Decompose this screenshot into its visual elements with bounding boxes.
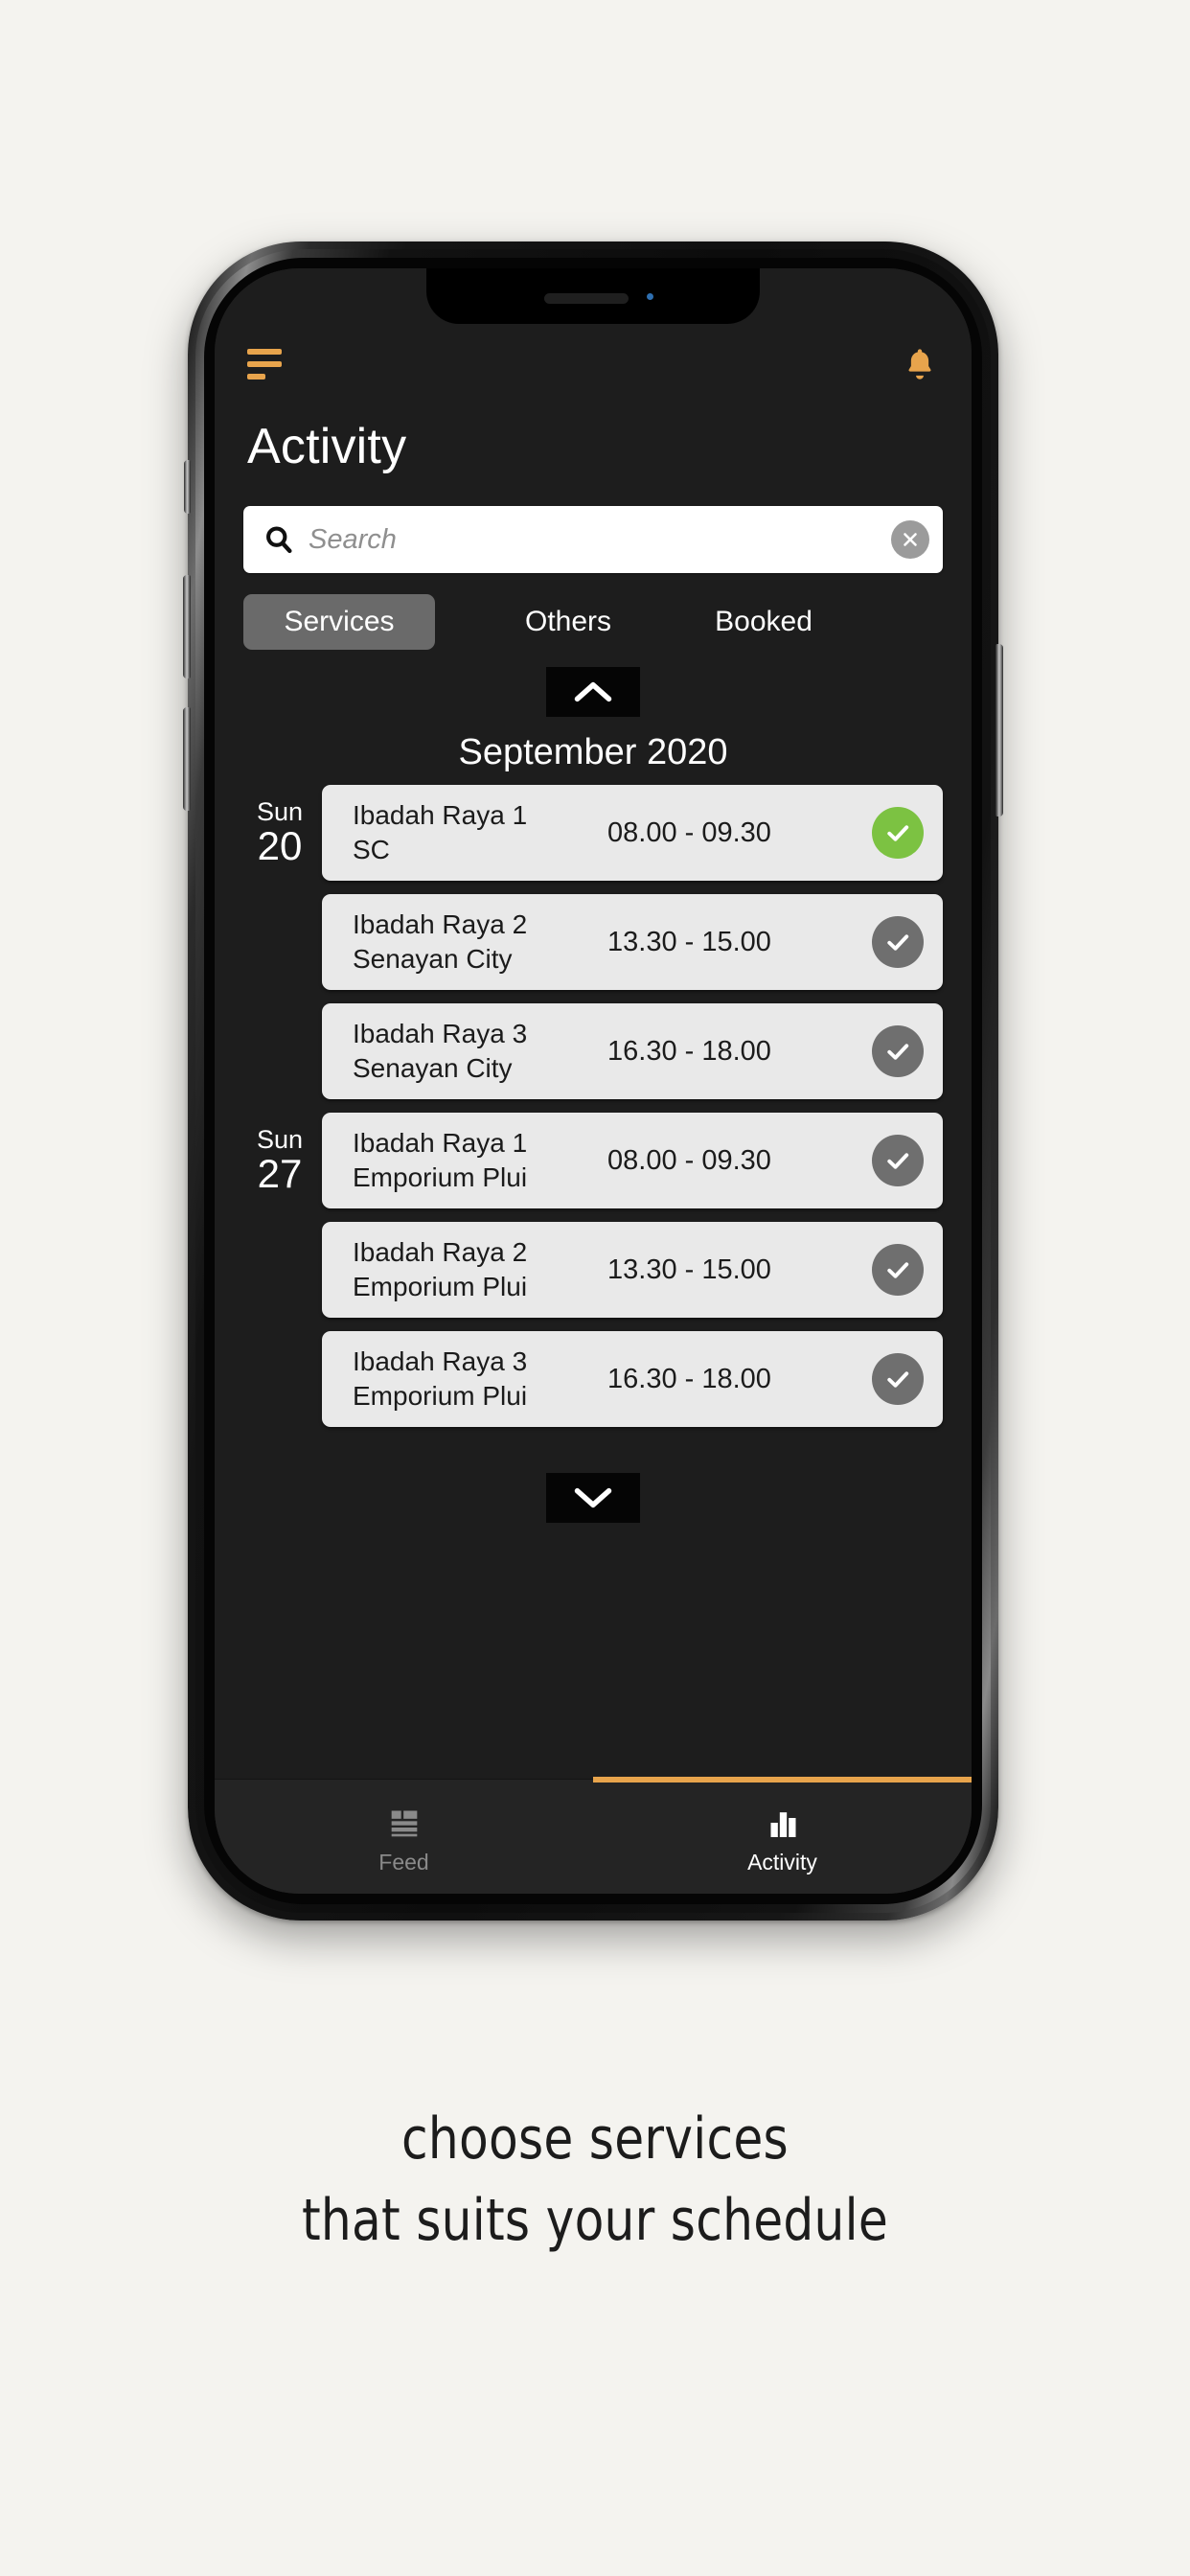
list-item[interactable]: Ibadah Raya 3 Senayan City 16.30 - 18.00 [243,1003,943,1099]
list-item[interactable]: Ibadah Raya 2 Emporium Plui 13.30 - 15.0… [243,1222,943,1318]
front-camera [643,290,659,307]
service-check-icon[interactable] [872,916,924,968]
day-number: 20 [257,823,303,869]
service-time: 08.00 - 09.30 [607,816,771,848]
service-title: Ibadah Raya 2 [353,909,528,940]
schedule-group: Sun 20 Ibadah Raya 1 SC 08.00 - 09.30 Ib… [243,785,943,1099]
service-location: SC [353,835,390,864]
active-tab-indicator [593,1777,972,1782]
phone-mockup: Activity Search Services Others Booked S… [183,242,1003,1920]
hamburger-line-2 [247,361,282,367]
service-check-icon[interactable] [872,807,924,859]
hamburger-line-3 [247,374,265,380]
tab-bar: Services Others Booked [215,573,972,650]
search-area [215,481,972,573]
service-title: Ibadah Raya 3 [353,1346,528,1377]
scroll-down-button[interactable] [546,1473,640,1523]
service-time: 13.30 - 15.00 [607,926,771,957]
nav-label-feed: Feed [378,1850,429,1874]
service-info: Ibadah Raya 3 Emporium Plui [353,1345,592,1414]
service-info: Ibadah Raya 1 SC [353,798,592,867]
date-label: Sun 27 [243,1113,322,1208]
caption-line-1: choose services [401,2105,789,2173]
schedule-group: Sun 27 Ibadah Raya 1 Emporium Plui 08.00… [243,1113,943,1427]
feed-list-icon [384,1804,424,1842]
service-card[interactable]: Ibadah Raya 1 SC 08.00 - 09.30 [322,785,943,881]
notch [426,268,760,324]
day-number: 27 [257,1151,303,1197]
service-info: Ibadah Raya 2 Emporium Plui [353,1235,592,1304]
service-time: 16.30 - 18.00 [607,1363,771,1394]
service-title: Ibadah Raya 2 [353,1237,528,1268]
caption: choose services that suits your schedule [41,2099,1148,2262]
silent-switch[interactable] [184,460,191,514]
service-check-icon[interactable] [872,1025,924,1077]
hamburger-icon[interactable] [247,349,287,380]
service-info: Ibadah Raya 2 Senayan City [353,908,592,977]
phone-screen: Activity Search Services Others Booked S… [215,268,972,1894]
service-time: 13.30 - 15.00 [607,1254,771,1285]
list-item[interactable]: Ibadah Raya 3 Emporium Plui 16.30 - 18.0… [243,1331,943,1427]
hamburger-line-1 [247,349,282,355]
date-label: Sun 20 [243,785,322,881]
service-location: Senayan City [353,944,513,974]
service-location: Senayan City [353,1053,513,1083]
month-label: September 2020 [458,732,728,772]
service-info: Ibadah Raya 3 Senayan City [353,1017,592,1086]
earpiece-speaker [543,293,629,304]
tab-services[interactable]: Services [243,594,435,650]
service-location: Emporium Plui [353,1162,528,1192]
service-card[interactable]: Ibadah Raya 2 Emporium Plui 13.30 - 15.0… [322,1222,943,1318]
volume-up-button[interactable] [183,575,191,678]
search-icon [263,523,295,556]
list-item[interactable]: Sun 20 Ibadah Raya 1 SC 08.00 - 09.30 [243,785,943,881]
service-title: Ibadah Raya 1 [353,800,528,831]
tab-booked[interactable]: Booked [673,594,855,650]
service-check-icon[interactable] [872,1353,924,1405]
nav-item-activity[interactable]: Activity [593,1780,972,1894]
day-of-week: Sun [256,1124,304,1154]
service-info: Ibadah Raya 1 Emporium Plui [353,1126,592,1195]
service-card[interactable]: Ibadah Raya 3 Senayan City 16.30 - 18.00 [322,1003,943,1099]
bar-chart-icon [763,1804,803,1842]
bottom-navigation: Feed Activity [215,1777,972,1894]
app-bar [215,328,972,401]
service-check-icon[interactable] [872,1135,924,1186]
service-check-icon[interactable] [872,1244,924,1296]
list-item[interactable]: Ibadah Raya 2 Senayan City 13.30 - 15.00 [243,894,943,990]
service-title: Ibadah Raya 1 [353,1128,528,1159]
nav-item-feed[interactable]: Feed [215,1780,593,1894]
service-title: Ibadah Raya 3 [353,1019,528,1049]
page-title: Activity [247,419,407,474]
service-location: Emporium Plui [353,1272,528,1301]
list-item[interactable]: Sun 27 Ibadah Raya 1 Emporium Plui 08.00… [243,1113,943,1208]
search-bar[interactable] [243,506,943,573]
scroll-up-button[interactable] [546,667,640,717]
service-card[interactable]: Ibadah Raya 3 Emporium Plui 16.30 - 18.0… [322,1331,943,1427]
power-button[interactable] [995,644,1003,816]
tab-others[interactable]: Others [477,594,659,650]
search-input[interactable] [295,523,891,556]
nav-label-activity: Activity [747,1850,817,1874]
day-of-week: Sun [256,796,304,826]
service-location: Emporium Plui [353,1381,528,1411]
app-container: Activity Search Services Others Booked S… [215,268,972,1894]
service-time: 16.30 - 18.00 [607,1035,771,1067]
service-card[interactable]: Ibadah Raya 2 Senayan City 13.30 - 15.00 [322,894,943,990]
volume-down-button[interactable] [183,707,191,811]
bell-icon[interactable] [901,344,939,384]
schedule-list: Sun 20 Ibadah Raya 1 SC 08.00 - 09.30 Ib… [215,785,972,1440]
service-time: 08.00 - 09.30 [607,1144,771,1176]
clear-search-icon[interactable] [891,520,929,559]
caption-line-2: that suits your schedule [301,2187,889,2255]
service-card[interactable]: Ibadah Raya 1 Emporium Plui 08.00 - 09.3… [322,1113,943,1208]
